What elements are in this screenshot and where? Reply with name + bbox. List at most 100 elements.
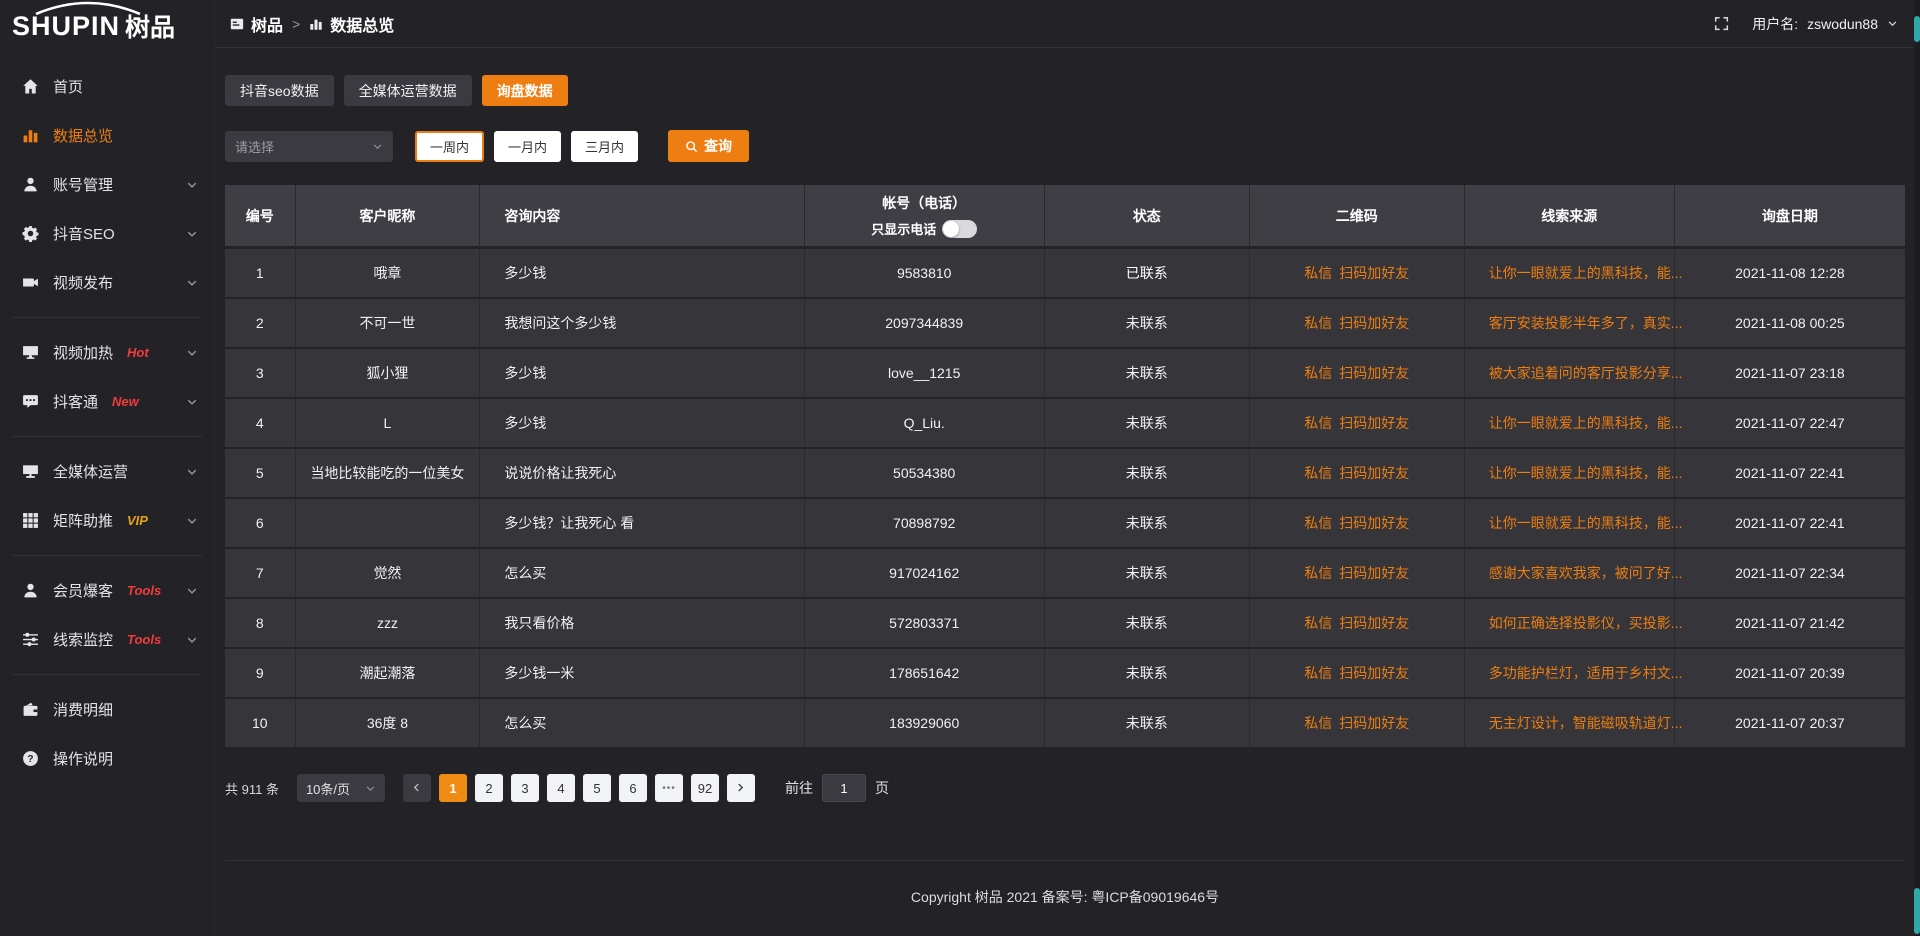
scan-add-friend-link[interactable]: 扫码加好友 [1339,665,1409,681]
clue-source-link[interactable]: 多功能护栏灯，适用于乡村文... [1489,665,1683,681]
scan-add-friend-link[interactable]: 扫码加好友 [1339,265,1409,281]
chevron-down-icon [186,515,198,527]
customer-nickname [296,499,481,549]
page-button-2[interactable]: 2 [475,774,503,802]
clue-source-link[interactable]: 被大家追着问的客厅投影分享... [1489,365,1683,381]
range-button-one-month[interactable]: 一月内 [494,131,561,162]
private-message-link[interactable]: 私信 [1304,615,1332,631]
sidebar-item-doukotong[interactable]: 抖客通New [0,377,214,426]
qrcode-cell: 私信扫码加好友 [1250,549,1465,599]
sidebar-item-clue-monitor[interactable]: 线索监控 Tools [0,615,214,664]
page-size-select[interactable]: 10条/页 [297,774,385,802]
table-row: 7觉然怎么买917024162未联系私信扫码加好友感谢大家喜欢我家，被问了好..… [225,549,1905,599]
phone-only-toggle[interactable] [942,220,977,238]
clue-source-cell: 多功能护栏灯，适用于乡村文... [1465,649,1675,699]
clue-source-link[interactable]: 客厅安装投影半年多了，真实... [1489,315,1683,331]
header-nickname: 客户昵称 [296,185,481,249]
table-row: 9潮起潮落多少钱一米178651642未联系私信扫码加好友多功能护栏灯，适用于乡… [225,649,1905,699]
sidebar-item-video-publish[interactable]: 视频发布 [0,258,214,307]
tab-douyin-seo-data[interactable]: 抖音seo数据 [225,75,334,106]
inquiry-content: 多少钱 [480,399,804,449]
range-button-one-week[interactable]: 一周内 [415,131,484,162]
private-message-link[interactable]: 私信 [1304,665,1332,681]
sidebar-item-label: 会员爆客 [53,580,113,601]
fullscreen-icon[interactable] [1714,16,1729,31]
scan-add-friend-link[interactable]: 扫码加好友 [1339,415,1409,431]
table-row: 3狐小狸多少钱love__1215未联系私信扫码加好友被大家追着问的客厅投影分享… [225,349,1905,399]
customer-nickname: zzz [296,599,481,649]
sidebar-item-douyin-seo[interactable]: 抖音SEO [0,209,214,258]
sidebar-item-video-heating[interactable]: 视频加热Hot [0,328,214,377]
topbar-right: 用户名: zswodun88 [1714,14,1898,34]
page-button-92[interactable]: 92 [691,774,719,802]
query-button[interactable]: 查询 [668,130,749,162]
sidebar-item-operation-guide[interactable]: ?操作说明 [0,734,214,783]
scan-add-friend-link[interactable]: 扫码加好友 [1339,515,1409,531]
sidebar-item-label: 视频加热 [53,342,113,363]
private-message-link[interactable]: 私信 [1304,315,1332,331]
private-message-link[interactable]: 私信 [1304,415,1332,431]
scrollbar[interactable] [1914,0,1920,936]
page-button-1[interactable]: 1 [439,774,467,802]
tab-inquiry-data[interactable]: 询盘数据 [482,75,568,106]
sidebar-item-data-overview[interactable]: 数据总览 [0,111,214,160]
inquiry-content: 怎么买 [480,699,804,749]
clue-source-link[interactable]: 让你一眼就爱上的黑科技，能... [1489,515,1683,531]
copyright: Copyright 树品 2021 备案号: 粤ICP备09019646号 [911,889,1219,905]
clue-source-cell: 无主灯设计，智能磁吸轨道灯... [1465,699,1675,749]
scan-add-friend-link[interactable]: 扫码加好友 [1339,715,1409,731]
video-icon [22,274,39,291]
page-button-more[interactable]: ••• [655,774,683,802]
sidebar-item-matrix-boost[interactable]: 矩阵助推VIP [0,496,214,545]
sidebar-item-account-management[interactable]: 账号管理 [0,160,214,209]
filter-select[interactable]: 请选择 [225,131,393,162]
username[interactable]: zswodun88 [1807,16,1878,32]
scrollbar-thumb[interactable] [1914,16,1920,42]
breadcrumb-root[interactable]: 树品 [251,12,283,36]
page-button-3[interactable]: 3 [511,774,539,802]
scrollbar-thumb[interactable] [1914,888,1920,934]
header-number: 编号 [225,185,296,249]
status-badge: 未联系 [1045,449,1250,499]
user-menu-chevron-icon[interactable] [1887,18,1898,29]
inquiry-date: 2021-11-08 12:28 [1675,249,1905,299]
clue-source-link[interactable]: 让你一眼就爱上的黑科技，能... [1489,415,1683,431]
chevron-down-icon [186,277,198,289]
prev-page-button[interactable] [403,774,431,802]
clue-source-link[interactable]: 感谢大家喜欢我家，被问了好... [1489,565,1683,581]
clue-source-link[interactable]: 让你一眼就爱上的黑科技，能... [1489,465,1683,481]
clue-source-cell: 让你一眼就爱上的黑科技，能... [1465,449,1675,499]
page-button-4[interactable]: 4 [547,774,575,802]
scan-add-friend-link[interactable]: 扫码加好友 [1339,465,1409,481]
clue-source-link[interactable]: 如何正确选择投影仪，买投影... [1489,615,1683,631]
scan-add-friend-link[interactable]: 扫码加好友 [1339,565,1409,581]
scan-add-friend-link[interactable]: 扫码加好友 [1339,615,1409,631]
sidebar-divider [12,317,202,318]
scan-add-friend-link[interactable]: 扫码加好友 [1339,315,1409,331]
range-button-three-months[interactable]: 三月内 [571,131,638,162]
sidebar-item-badge: New [112,394,139,409]
private-message-link[interactable]: 私信 [1304,515,1332,531]
next-page-button[interactable] [727,774,755,802]
private-message-link[interactable]: 私信 [1304,715,1332,731]
customer-nickname: 当地比较能吃的一位美女 [296,449,481,499]
private-message-link[interactable]: 私信 [1304,365,1332,381]
sidebar-item-member-burst[interactable]: 会员爆客Tools [0,566,214,615]
page-button-6[interactable]: 6 [619,774,647,802]
phone-only-label: 只显示电话 [871,219,936,238]
sidebar-item-badge: Tools [127,632,161,647]
sidebar-item-media-operation[interactable]: 全媒体运营 [0,447,214,496]
goto-page-input[interactable] [822,774,866,802]
sidebar-item-consumption-detail[interactable]: 消费明细 [0,685,214,734]
scan-add-friend-link[interactable]: 扫码加好友 [1339,365,1409,381]
private-message-link[interactable]: 私信 [1304,565,1332,581]
private-message-link[interactable]: 私信 [1304,265,1332,281]
clue-source-link[interactable]: 让你一眼就爱上的黑科技，能... [1489,265,1683,281]
sidebar-item-label: 线索监控 [53,629,113,650]
page-button-5[interactable]: 5 [583,774,611,802]
sidebar-item-home[interactable]: 首页 [0,62,214,111]
sidebar-item-badge: VIP [127,513,148,528]
tab-media-operation-data[interactable]: 全媒体运营数据 [344,75,472,106]
private-message-link[interactable]: 私信 [1304,465,1332,481]
clue-source-link[interactable]: 无主灯设计，智能磁吸轨道灯... [1489,715,1683,731]
